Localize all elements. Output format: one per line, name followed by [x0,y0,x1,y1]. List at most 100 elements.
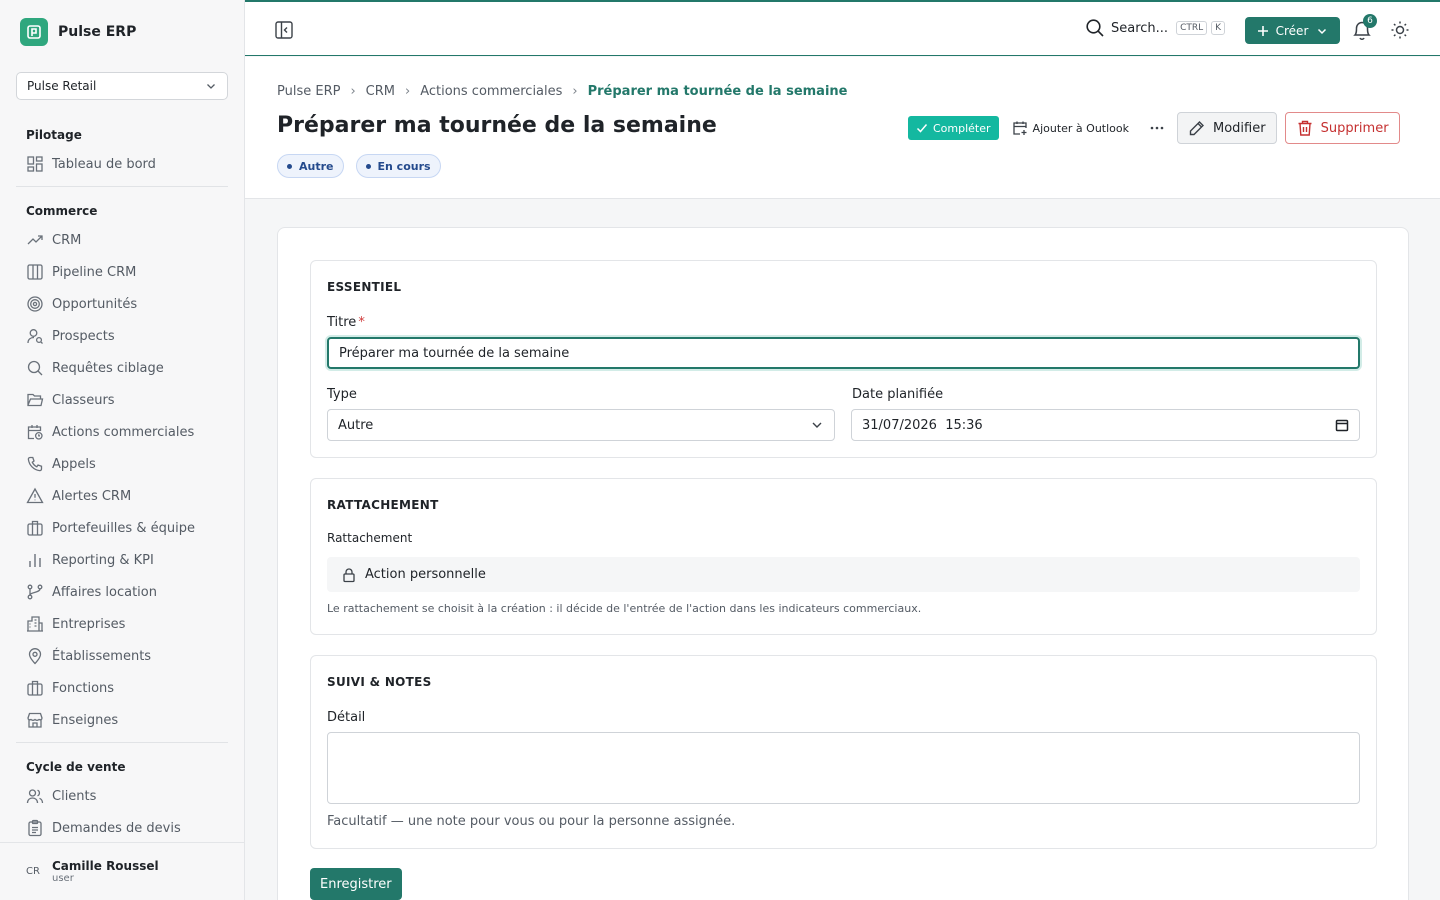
sidebar-item-label: Fonctions [52,680,115,696]
dot-icon [365,163,371,169]
sidebar-item-actions-commerciales[interactable]: Actions commerciales [16,416,228,448]
sidebar-item-requetes-ciblage[interactable]: Requêtes ciblage [16,352,228,384]
store-icon [27,712,43,728]
sun-icon [1391,21,1409,39]
chevron-down-icon [207,84,215,89]
sidebar-item-label: Clients [52,788,97,804]
calendar-plus-icon [1012,121,1027,135]
trash-icon [1298,120,1312,136]
sidebar-item-label: Reporting & KPI [52,552,154,568]
chevron-down-icon [812,422,822,428]
outlook-label: Ajouter à Outlook [1032,121,1129,135]
sidebar-item-label: Actions commerciales [52,424,195,440]
trend-icon [27,235,43,245]
page-title: Préparer ma tournée de la semaine [277,113,717,138]
chevron-right-icon: › [572,84,578,99]
badge-label: En cours [377,159,431,173]
theme-toggle-button[interactable] [1390,20,1410,40]
sidebar-item-alertes-crm[interactable]: Alertes CRM [16,480,228,512]
sidebar-item-label: Enseignes [52,712,119,728]
user-role: user [52,873,74,884]
dot-icon [287,163,292,169]
detail-textarea[interactable] [327,732,1360,804]
date-input[interactable]: 31/07/2026 15:36 [851,409,1360,441]
user-profile[interactable]: CR Camille Roussel user [0,842,244,900]
shortcut-key: K [1211,21,1226,35]
status-badges: Autre En cours [277,154,453,178]
plus-icon [1257,25,1268,36]
user-search-icon [27,329,43,344]
add-to-outlook-button[interactable]: Ajouter à Outlook [1012,120,1129,136]
sidebar-item-label: Appels [52,456,96,472]
sidebar-item-crm[interactable]: CRM [16,224,228,256]
sidebar-nav: Pilotage Tableau de bord Commerce CRM Pi… [16,122,228,842]
nav-section-title: Pilotage [26,128,82,142]
sidebar-item-label: Établissements [52,648,152,664]
sidebar-item-label: Opportunités [52,296,138,312]
rattachement-help: Le rattachement se choisit à la création… [327,602,922,615]
sidebar-item-affaires-location[interactable]: Affaires location [16,576,228,608]
sidebar-item-label: Entreprises [52,616,126,632]
sidebar-item-entreprises[interactable]: Entreprises [16,608,228,640]
sidebar-item-classeurs[interactable]: Classeurs [16,384,228,416]
notifications-badge: 6 [1363,14,1377,28]
breadcrumb-item[interactable]: Actions commerciales [420,84,562,99]
sidebar-item-label: CRM [52,232,82,248]
sidebar-item-etablissements[interactable]: Établissements [16,640,228,672]
chevron-right-icon: › [404,84,411,99]
notifications-button[interactable]: 6 [1351,14,1377,42]
create-label: Créer [1275,23,1309,38]
users-icon [26,789,44,804]
save-button[interactable]: Enregistrer [310,868,402,900]
sidebar-toggle-button[interactable] [273,19,295,41]
search-trigger[interactable]: Search... CTRL K [1085,18,1226,38]
sidebar-item-label: Demandes de devis [52,820,181,836]
sidebar-item-enseignes[interactable]: Enseignes [16,704,228,736]
more-actions-button[interactable] [1147,120,1167,136]
briefcase-icon [27,520,43,536]
section-title: RATTACHEMENT [327,498,439,512]
type-select[interactable]: Autre [327,409,835,441]
sidebar-item-portefeuilles-equipe[interactable]: Portefeuilles & équipe [16,512,228,544]
badge-label: Autre [299,159,334,173]
sidebar-item-reporting-kpi[interactable]: Reporting & KPI [16,544,228,576]
create-button[interactable]: Créer [1245,17,1340,44]
bar-chart-icon [29,554,41,567]
section-rattachement: RATTACHEMENT Rattachement Action personn… [310,478,1377,635]
rattachement-text: Action personnelle [365,567,486,582]
breadcrumb-current: Préparer ma tournée de la semaine [587,84,848,99]
sidebar-item-opportunites[interactable]: Opportunités [16,288,228,320]
calendar-icon[interactable] [1335,418,1349,432]
sidebar-item-fonctions[interactable]: Fonctions [16,672,228,704]
map-pin-icon [28,648,42,665]
sidebar-item-demandes-de-devis[interactable]: Demandes de devis [16,812,228,842]
brand-name: Pulse ERP [58,24,137,40]
form-card: ESSENTIEL Titre * Préparer ma tournée de … [277,227,1409,900]
sidebar-item-label: Requêtes ciblage [52,360,164,376]
sidebar-item-clients[interactable]: Clients [16,780,228,812]
delete-button[interactable]: Supprimer [1284,112,1400,144]
sidebar-item-label: Prospects [52,328,115,344]
breadcrumb-item[interactable]: CRM [366,84,395,99]
search-icon [27,360,43,376]
brand[interactable]: Pulse ERP [20,18,136,46]
organization-select[interactable]: Pulse Retail [16,72,228,100]
branch-icon [27,584,43,600]
date-label: Date planifiée [852,387,944,402]
status-badge: En cours [355,154,441,178]
complete-label: Compléter [933,121,991,135]
building-icon [27,616,43,632]
sidebar-item-pipeline-crm[interactable]: Pipeline CRM [16,256,228,288]
complete-button[interactable]: Compléter [908,116,999,140]
nav-section-title: Commerce [26,204,98,218]
sidebar-item-tableau-de-bord[interactable]: Tableau de bord [16,148,228,180]
sidebar-item-appels[interactable]: Appels [16,448,228,480]
top-bar: Search... CTRL K Créer 6 [245,0,1440,56]
titre-input[interactable]: Préparer ma tournée de la semaine [327,337,1360,369]
chevron-down-icon [1318,28,1327,34]
breadcrumb-item[interactable]: Pulse ERP [277,84,340,99]
sidebar-item-prospects[interactable]: Prospects [16,320,228,352]
chevron-right-icon: › [350,84,356,99]
type-badge: Autre [277,154,344,178]
modify-button[interactable]: Modifier [1177,112,1277,144]
